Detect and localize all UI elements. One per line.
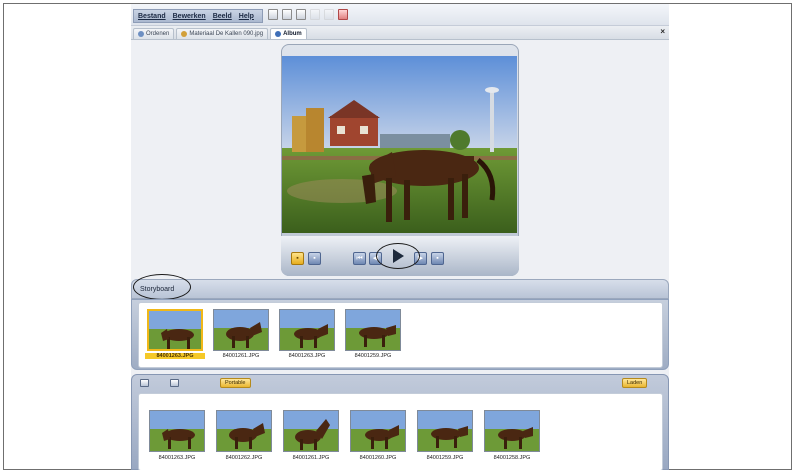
media-caption: 84001259.JPG — [426, 455, 464, 461]
media-caption: 84001262.JPG — [225, 455, 263, 461]
export-button[interactable]: ▪ — [431, 252, 444, 265]
media-thumb[interactable] — [149, 410, 205, 452]
media-browser-toolbar: Portable Laden — [132, 375, 668, 391]
media-caption: 84001263.JPG — [158, 455, 196, 461]
menu-help[interactable]: Help — [239, 13, 254, 20]
organize-icon — [138, 31, 144, 37]
photo-icon — [181, 31, 188, 37]
media-caption: 84001258.JPG — [493, 455, 531, 461]
close-icon[interactable]: × — [660, 27, 665, 36]
storyboard-thumb[interactable] — [345, 309, 401, 351]
storyboard-caption: 84001263.JPG — [145, 353, 205, 359]
media-thumb[interactable] — [417, 410, 473, 452]
new-icon[interactable] — [268, 9, 278, 20]
media-browser-panel: Portable Laden 84001263.JPG 84001262.JPG… — [131, 374, 669, 470]
load-button[interactable]: Laden — [622, 378, 648, 388]
storyboard-highlight-ring — [133, 274, 191, 300]
app-window: Bestand Bewerken Beeld Help Ordenen Mate… — [131, 4, 669, 470]
storyboard-thumb[interactable] — [147, 309, 203, 351]
storyboard-caption: 84001259.JPG — [354, 353, 392, 359]
tab-bar: Ordenen Materiaal De Kallen 090.jpg Albu… — [131, 26, 669, 40]
media-thumb[interactable] — [216, 410, 272, 452]
first-frame-button[interactable]: ⏮ — [353, 252, 366, 265]
menu-bewerken[interactable]: Bewerken — [173, 13, 206, 20]
tab-label: Materiaal De Kallen 090.jpg — [189, 31, 264, 37]
storyboard-panel: 84001263.JPG 84001261.JPG 84001263.JPG 8… — [131, 299, 669, 370]
tab-ordenen[interactable]: Ordenen — [133, 28, 175, 39]
storyboard-caption: 84001261.JPG — [222, 353, 260, 359]
menu-group: Bestand Bewerken Beeld Help — [133, 9, 263, 23]
import-icon[interactable] — [140, 379, 149, 387]
media-caption: 84001261.JPG — [292, 455, 330, 461]
menu-bar: Bestand Bewerken Beeld Help — [131, 4, 669, 26]
storyboard-strip: 84001263.JPG 84001261.JPG 84001263.JPG 8… — [138, 302, 663, 368]
video-mode-button[interactable]: ▪ — [308, 252, 321, 265]
play-highlight-ring — [376, 243, 420, 269]
storyboard-thumb[interactable] — [213, 309, 269, 351]
undo-icon[interactable] — [310, 9, 320, 20]
tab-label: Album — [283, 31, 302, 37]
tab-label: Ordenen — [146, 31, 170, 37]
tab-materiaal[interactable]: Materiaal De Kallen 090.jpg — [176, 28, 269, 39]
redo-icon[interactable] — [324, 9, 334, 20]
tab-album[interactable]: Album — [270, 28, 307, 39]
media-thumb[interactable] — [283, 410, 339, 452]
menu-bestand[interactable]: Bestand — [138, 13, 166, 20]
media-thumb[interactable] — [350, 410, 406, 452]
storyboard-caption: 84001263.JPG — [288, 353, 326, 359]
portable-button[interactable]: Portable — [220, 378, 251, 388]
album-icon — [275, 31, 282, 37]
storyboard-thumb[interactable] — [279, 309, 335, 351]
paste-icon[interactable] — [296, 9, 306, 20]
media-browser-strip: 84001263.JPG 84001262.JPG 84001261.JPG 8… — [138, 393, 663, 470]
photo-mode-button[interactable]: ▪ — [291, 252, 304, 265]
menu-beeld[interactable]: Beeld — [213, 13, 232, 20]
horse-photo-image — [282, 56, 517, 233]
copy-icon[interactable] — [282, 9, 292, 20]
delete-icon[interactable] — [338, 9, 348, 20]
storyboard-header: Storyboard — [131, 279, 669, 299]
folder-icon[interactable] — [170, 379, 179, 387]
media-thumb[interactable] — [484, 410, 540, 452]
media-caption: 84001260.JPG — [359, 455, 397, 461]
toolbar — [268, 9, 348, 20]
preview-photo — [282, 56, 517, 233]
